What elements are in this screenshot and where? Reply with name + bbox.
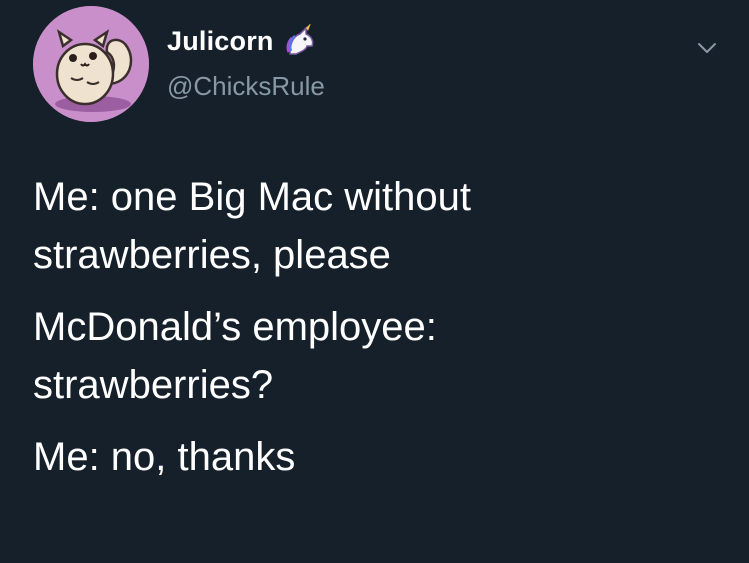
author-name-row[interactable]: Julicorn <box>167 23 318 58</box>
chevron-down-icon[interactable] <box>692 33 722 63</box>
tweet-paragraph: McDonald’s employee: strawberries? <box>33 298 723 414</box>
tweet-line: strawberries, please <box>33 233 391 277</box>
display-name[interactable]: Julicorn <box>167 25 274 57</box>
tweet-line: Me: one Big Mac without <box>33 175 471 219</box>
squirrel-avatar-icon <box>33 6 149 122</box>
avatar[interactable] <box>33 6 149 122</box>
tweet-paragraph: Me: one Big Mac without strawberries, pl… <box>33 168 723 284</box>
user-handle[interactable]: @ChicksRule <box>167 70 325 102</box>
tweet-card: Julicorn @ChicksRule Me: one Big Mac wit… <box>0 0 749 563</box>
unicorn-emoji-icon <box>284 23 318 58</box>
tweet-line: Me: no, thanks <box>33 435 296 479</box>
tweet-paragraph: Me: no, thanks <box>33 428 723 486</box>
tweet-line: McDonald’s employee: <box>33 305 437 349</box>
tweet-body: Me: one Big Mac without strawberries, pl… <box>33 168 723 500</box>
tweet-line: strawberries? <box>33 363 274 407</box>
